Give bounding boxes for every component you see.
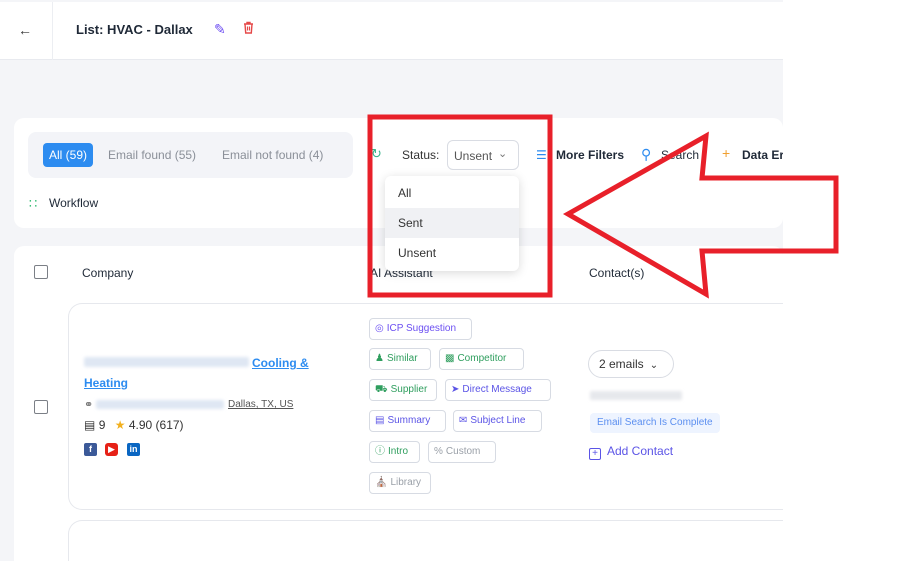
chevron-down-icon: ⌄ bbox=[649, 360, 659, 371]
status-label: Status: bbox=[402, 148, 440, 162]
info-icon: ⓘ bbox=[375, 446, 385, 457]
status-option-unsent[interactable]: Unsent bbox=[385, 238, 519, 268]
plus-square-icon: + bbox=[589, 448, 601, 460]
edit-icon[interactable]: ✎ bbox=[214, 21, 226, 38]
linkedin-icon[interactable]: in bbox=[127, 443, 140, 456]
chip-library[interactable]: ⛪ Library bbox=[369, 472, 431, 494]
competitor-icon: ▩ bbox=[445, 353, 455, 364]
chip-similar[interactable]: ♟ Similar bbox=[369, 348, 431, 370]
workflow-button[interactable]: Workflow bbox=[49, 196, 98, 210]
emails-dropdown[interactable]: 2 emails ⌄ bbox=[588, 350, 674, 378]
chip-intro[interactable]: ⓘ Intro bbox=[369, 441, 420, 463]
status-option-all[interactable]: All bbox=[385, 178, 519, 208]
users-icon: ♟ bbox=[375, 353, 384, 364]
refresh-icon[interactable]: ↻ bbox=[371, 146, 382, 162]
trash-icon[interactable] bbox=[243, 21, 254, 37]
chip-custom[interactable]: % Custom bbox=[428, 441, 496, 463]
company-name-link-line2[interactable]: Heating bbox=[84, 376, 128, 390]
workflow-icon[interactable]: ∷ bbox=[29, 196, 37, 212]
facebook-icon[interactable]: f bbox=[84, 443, 97, 456]
page-title: List: HVAC - Dallax bbox=[76, 22, 193, 37]
column-header-contacts: Contact(s) bbox=[589, 266, 645, 280]
plus-icon[interactable]: + bbox=[722, 145, 730, 161]
company-address: Dallas, TX, US bbox=[228, 399, 294, 410]
select-all-checkbox[interactable] bbox=[34, 265, 48, 279]
redacted-address bbox=[96, 400, 224, 409]
email-status-badge: Email Search Is Complete bbox=[590, 413, 720, 433]
company-meta: ▤ 9 ★ 4.90 (617) bbox=[84, 418, 184, 432]
mail-icon: ✉ bbox=[459, 415, 468, 426]
app-window: ← List: HVAC - Dallax ✎ All (59) Email f… bbox=[0, 0, 783, 561]
chip-icp-suggestion[interactable]: ◎ ICP Suggestion bbox=[369, 318, 472, 340]
add-contact-button[interactable]: + Add Contact bbox=[589, 444, 673, 460]
column-header-company: Company bbox=[82, 266, 134, 280]
employees-icon: ▤ bbox=[84, 418, 96, 432]
arrow-left-icon[interactable]: ← bbox=[18, 22, 32, 38]
status-option-sent[interactable]: Sent bbox=[385, 208, 519, 238]
employee-count: 9 bbox=[98, 418, 106, 432]
rating: 4.90 (617) bbox=[128, 418, 184, 432]
chip-direct-message[interactable]: ➤ Direct Message bbox=[445, 379, 551, 401]
youtube-icon[interactable]: ▶ bbox=[105, 443, 118, 456]
location-pin-icon: ⚭ bbox=[84, 399, 94, 411]
library-icon: ⛪ bbox=[375, 477, 388, 488]
tab-email-not-found[interactable]: Email not found (4) bbox=[222, 148, 323, 162]
row-checkbox[interactable] bbox=[34, 400, 48, 414]
redacted-phone bbox=[590, 391, 682, 400]
star-icon: ★ bbox=[114, 418, 126, 432]
more-filters-button[interactable]: More Filters bbox=[556, 148, 624, 162]
chip-competitor[interactable]: ▩ Competitor bbox=[439, 348, 524, 370]
status-select[interactable]: Unsent ⌄ bbox=[447, 140, 519, 170]
truck-icon: ⛟ bbox=[375, 384, 388, 395]
search-button[interactable]: Search bbox=[661, 148, 699, 162]
document-icon: ▤ bbox=[375, 415, 385, 426]
header: ← List: HVAC - Dallax ✎ bbox=[0, 2, 783, 60]
chevron-down-icon: ⌄ bbox=[498, 148, 508, 160]
percent-icon: % bbox=[434, 446, 443, 457]
sliders-icon[interactable]: ☰ bbox=[536, 148, 547, 162]
target-icon: ◎ bbox=[375, 323, 384, 334]
status-dropdown-menu: All Sent Unsent bbox=[385, 176, 519, 271]
tab-email-found[interactable]: Email found (55) bbox=[108, 148, 196, 162]
chip-summary[interactable]: ▤ Summary bbox=[369, 410, 446, 432]
header-divider bbox=[52, 2, 53, 60]
chip-supplier[interactable]: ⛟ Supplier bbox=[369, 379, 437, 401]
search-icon[interactable]: ⚲ bbox=[641, 146, 651, 163]
redacted-company-name bbox=[84, 357, 249, 367]
page: ← List: HVAC - Dallax ✎ All (59) Email f… bbox=[0, 0, 918, 561]
send-icon: ➤ bbox=[451, 384, 460, 395]
chip-subject-line[interactable]: ✉ Subject Line bbox=[453, 410, 542, 432]
tab-all[interactable]: All (59) bbox=[43, 143, 94, 167]
data-enrich-button[interactable]: Data Er bbox=[742, 148, 783, 162]
company-name-link[interactable]: Cooling & bbox=[252, 356, 309, 370]
right-blank-area bbox=[783, 0, 918, 561]
status-select-value: Unsent bbox=[454, 149, 493, 163]
table-row bbox=[68, 520, 783, 561]
